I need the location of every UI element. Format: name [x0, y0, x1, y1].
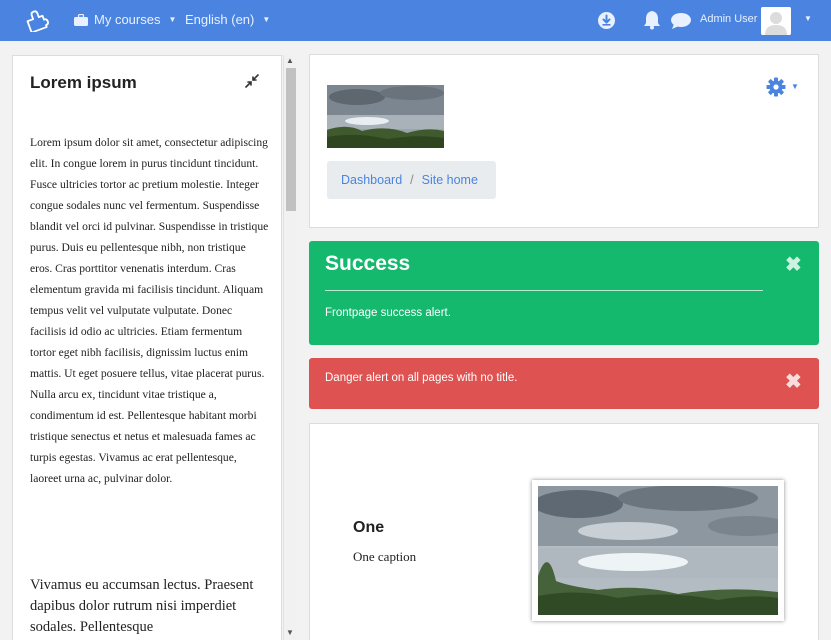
- scroll-down-arrow-icon[interactable]: ▼: [286, 628, 294, 637]
- site-logo-image: [327, 85, 444, 148]
- page-header-block: Dashboard / Site home ▼: [309, 54, 819, 228]
- alert-title: Success: [325, 252, 411, 275]
- left-block-scrollbar[interactable]: ▲ ▼: [283, 55, 297, 640]
- my-courses-menu[interactable]: My courses ▼: [74, 12, 176, 27]
- breadcrumb-dashboard-link[interactable]: Dashboard: [341, 173, 402, 187]
- scroll-thumb[interactable]: [286, 68, 296, 211]
- scroll-up-arrow-icon[interactable]: ▲: [286, 56, 294, 65]
- close-icon[interactable]: ✖: [785, 369, 802, 394]
- settings-caret-icon[interactable]: ▼: [791, 82, 799, 91]
- block-paragraph: Lorem ipsum dolor sit amet, consectetur …: [30, 136, 269, 485]
- user-name[interactable]: Admin User: [700, 13, 757, 25]
- close-icon[interactable]: ✖: [785, 252, 802, 277]
- avatar[interactable]: [761, 7, 791, 35]
- download-icon[interactable]: [597, 11, 616, 30]
- puzzle-piece-icon[interactable]: [24, 8, 50, 32]
- top-navbar: My courses ▼ English (en) ▼ Admin User ▼: [0, 0, 831, 41]
- lorem-ipsum-block: Lorem ipsum Lorem ipsum dolor sit amet, …: [12, 55, 282, 640]
- alert-message: Danger alert on all pages with no title.: [325, 372, 518, 384]
- carousel-block: One One caption: [309, 423, 819, 640]
- collapse-arrows-icon[interactable]: [245, 74, 259, 88]
- block-title: Lorem ipsum: [30, 73, 137, 92]
- language-label: English (en): [185, 12, 255, 27]
- block-paragraph: Vivamus eu accumsan lectus. Praesent dap…: [30, 577, 254, 635]
- bell-icon[interactable]: [643, 10, 661, 30]
- alert-message: Frontpage success alert.: [325, 307, 451, 319]
- my-courses-label: My courses: [94, 12, 161, 27]
- success-alert: Success Frontpage success alert. ✖: [309, 241, 819, 345]
- briefcase-icon: [74, 13, 88, 26]
- slide-image-frame[interactable]: [532, 480, 784, 621]
- gear-icon[interactable]: [766, 77, 786, 97]
- breadcrumb-separator: /: [410, 173, 414, 187]
- alert-divider: [325, 290, 763, 291]
- chat-bubble-icon[interactable]: [670, 12, 692, 30]
- caret-down-icon: ▼: [262, 15, 271, 24]
- user-silhouette-icon: [761, 7, 791, 35]
- caret-down-icon: ▼: [168, 15, 177, 24]
- breadcrumb: Dashboard / Site home: [327, 161, 496, 199]
- language-menu[interactable]: English (en) ▼: [185, 12, 270, 27]
- breadcrumb-site-home-link[interactable]: Site home: [422, 173, 478, 187]
- slide-image: [538, 486, 778, 615]
- user-menu-caret-icon[interactable]: ▼: [804, 14, 812, 23]
- slide-title: One: [353, 519, 385, 536]
- danger-alert: Danger alert on all pages with no title.…: [309, 358, 819, 409]
- slide-caption: One caption: [353, 549, 417, 564]
